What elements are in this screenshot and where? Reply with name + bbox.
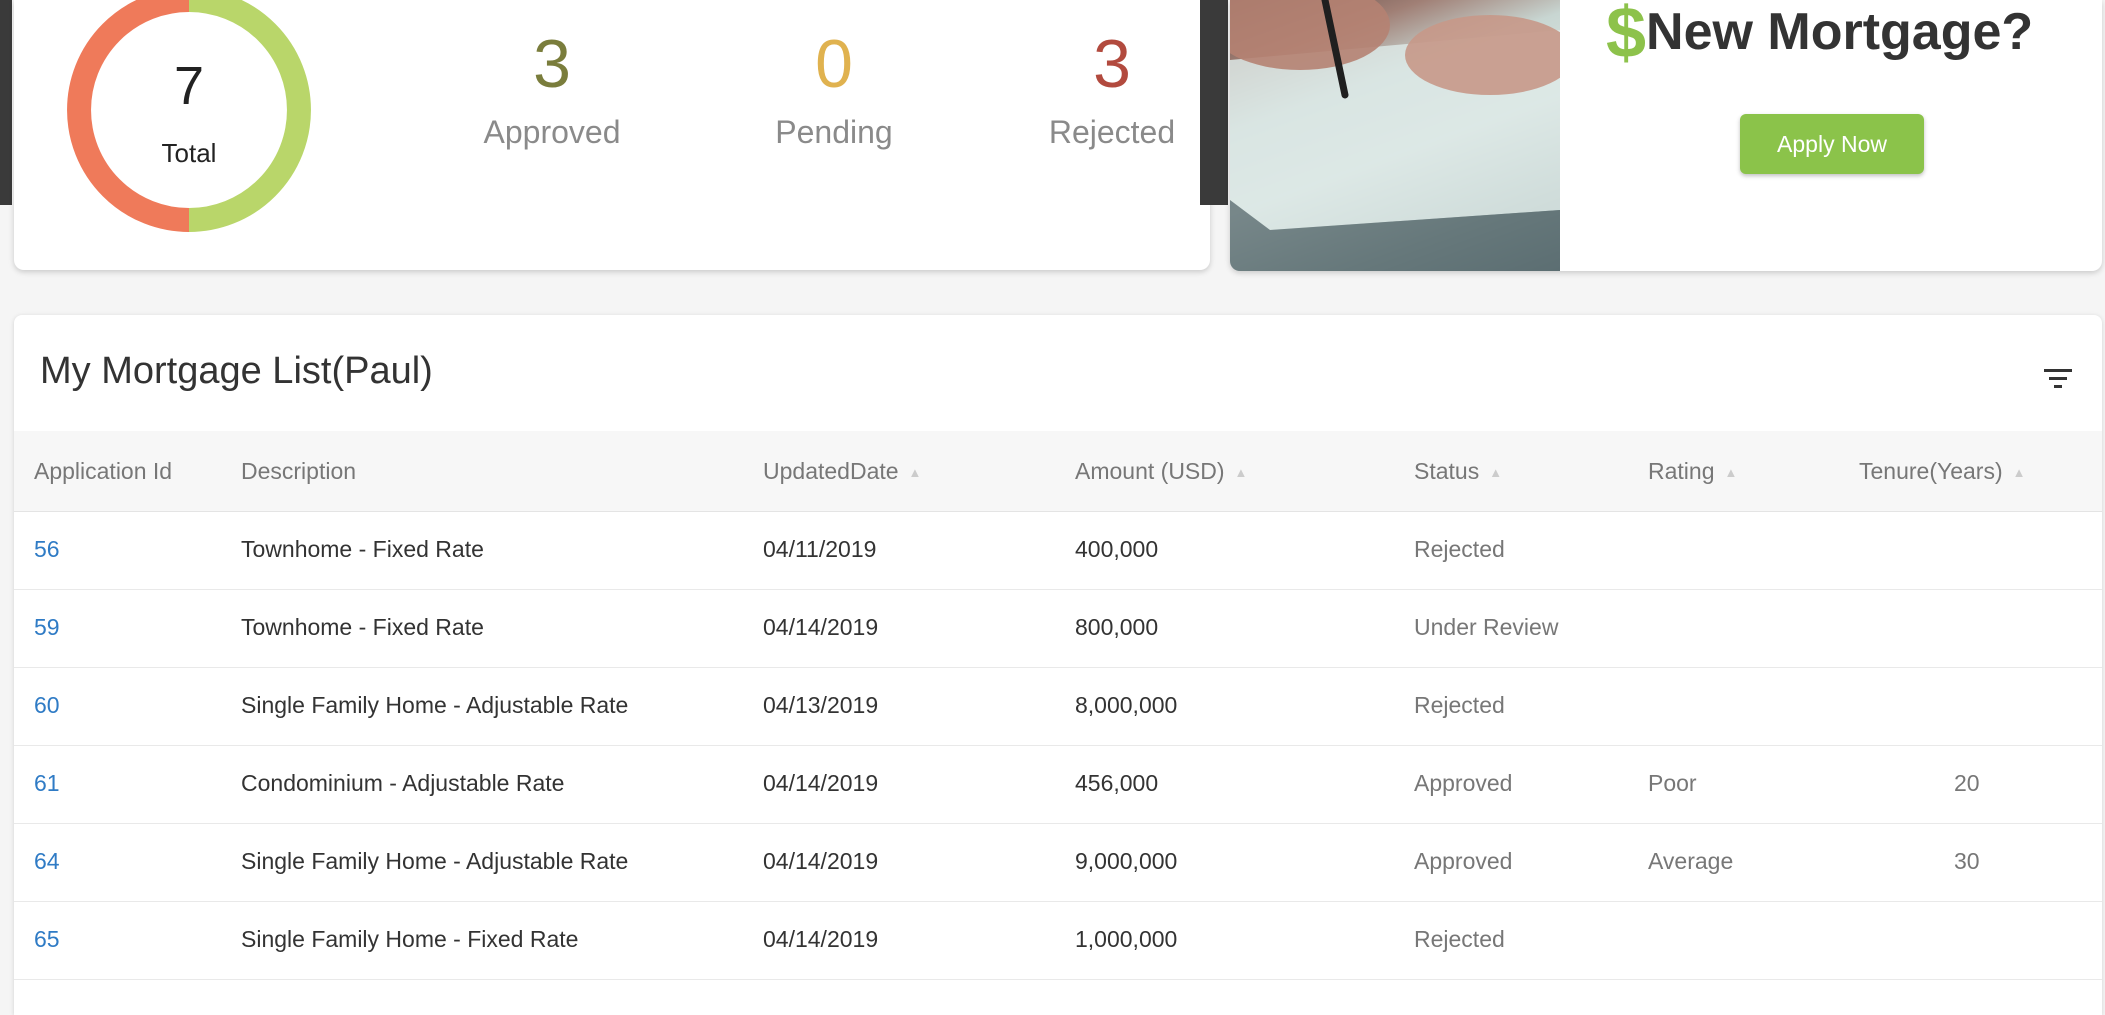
donut-svg: [67, 0, 311, 232]
total-label: Total: [161, 138, 217, 168]
application-id-link[interactable]: 60: [34, 692, 60, 719]
updated-date-cell: 04/11/2019: [763, 536, 877, 562]
rejected-count: 3: [1093, 26, 1131, 102]
table-row[interactable]: 65 Single Family Home - Fixed Rate 04/14…: [14, 902, 2102, 980]
sort-up-icon[interactable]: ▲: [1489, 465, 1502, 480]
updated-date-cell: 04/14/2019: [763, 614, 879, 640]
approved-label: Approved: [483, 114, 621, 150]
table-row[interactable]: 64 Single Family Home - Adjustable Rate …: [14, 824, 2102, 902]
table-row[interactable]: 59 Townhome - Fixed Rate 04/14/2019 800,…: [14, 590, 2102, 668]
promo-title-text: New Mortgage?: [1646, 3, 2034, 61]
tenure-cell: 30: [1954, 848, 1980, 874]
description-cell: Townhome - Fixed Rate: [241, 614, 484, 640]
left-edge-bar: [0, 0, 12, 205]
rejected-label: Rejected: [1048, 114, 1176, 150]
application-id-link[interactable]: 64: [34, 848, 60, 875]
amount-cell: 9,000,000: [1075, 848, 1178, 874]
updated-date-cell: 04/14/2019: [763, 770, 879, 796]
new-mortgage-title: $New Mortgage?: [1606, 0, 2033, 74]
status-cell: Rejected: [1414, 926, 1505, 952]
apply-now-button[interactable]: Apply Now: [1740, 114, 1924, 174]
column-header-label: Tenure(Years): [1859, 458, 2003, 484]
table-row[interactable]: 60 Single Family Home - Adjustable Rate …: [14, 668, 2102, 746]
status-cell: Rejected: [1414, 692, 1505, 718]
amount-cell: 456,000: [1075, 770, 1159, 796]
rating-cell: Poor: [1648, 770, 1697, 796]
new-mortgage-card: $New Mortgage? Apply Now: [1230, 0, 2102, 271]
column-header-label: Status: [1414, 458, 1480, 484]
list-title: My Mortgage List(Paul): [40, 350, 433, 392]
sort-up-icon[interactable]: ▲: [909, 465, 922, 480]
updated-date-cell: 04/13/2019: [763, 692, 879, 718]
tenure-cell: 20: [1954, 770, 1980, 796]
column-header-label: Amount (USD): [1075, 458, 1225, 484]
approved-count: 3: [533, 26, 571, 102]
description-cell: Single Family Home - Adjustable Rate: [241, 848, 629, 874]
status-cell: Approved: [1414, 848, 1513, 874]
column-header-label: Description: [241, 458, 357, 484]
table-row[interactable]: 56 Townhome - Fixed Rate 04/11/2019 400,…: [14, 512, 2102, 590]
rating-cell: Average: [1648, 848, 1734, 874]
sort-up-icon[interactable]: ▲: [1724, 465, 1737, 480]
description-cell: Townhome - Fixed Rate: [241, 536, 484, 562]
column-header-label: Rating: [1648, 458, 1715, 484]
pending-count: 0: [815, 26, 853, 102]
mortgage-list-card: My Mortgage List(Paul) Application Id De…: [14, 315, 2102, 1015]
application-id-link[interactable]: 61: [34, 770, 60, 797]
description-cell: Single Family Home - Fixed Rate: [241, 926, 579, 952]
table-row[interactable]: 61 Condominium - Adjustable Rate 04/14/2…: [14, 746, 2102, 824]
total-count: 7: [173, 56, 205, 116]
updated-date-cell: 04/14/2019: [763, 926, 879, 952]
column-header-amount[interactable]: Amount (USD) ▲: [1075, 458, 1247, 485]
signing-document-photo: [1230, 0, 1560, 271]
application-id-link[interactable]: 56: [34, 536, 60, 563]
divider-bar: [1200, 0, 1228, 205]
approved-stat: 3 Approved: [432, 28, 672, 151]
column-header-rating[interactable]: Rating ▲: [1648, 458, 1737, 485]
column-header-label: UpdatedDate: [763, 458, 899, 484]
photo-illustration: [1230, 0, 1560, 271]
status-cell: Rejected: [1414, 536, 1505, 562]
amount-cell: 8,000,000: [1075, 692, 1178, 718]
column-header-status[interactable]: Status ▲: [1414, 458, 1502, 485]
sort-up-icon[interactable]: ▲: [2013, 465, 2026, 480]
application-id-link[interactable]: 65: [34, 926, 60, 953]
pending-label: Pending: [775, 114, 893, 150]
table-header: Application Id Description UpdatedDate ▲ …: [14, 431, 2102, 512]
column-header-tenure[interactable]: Tenure(Years) ▲: [1859, 458, 2026, 485]
rejected-stat: 3 Rejected: [992, 28, 1232, 151]
updated-date-cell: 04/14/2019: [763, 848, 879, 874]
status-cell: Approved: [1414, 770, 1513, 796]
column-header-label: Application Id: [34, 458, 173, 484]
sort-up-icon[interactable]: ▲: [1235, 465, 1248, 480]
filter-icon[interactable]: [2044, 367, 2072, 389]
summary-card: 7 Total 3 Approved 0 Pending 3 Rejected: [14, 0, 1210, 270]
amount-cell: 1,000,000: [1075, 926, 1178, 952]
amount-cell: 400,000: [1075, 536, 1159, 562]
status-cell: Under Review: [1414, 614, 1559, 640]
column-header-updated-date[interactable]: UpdatedDate ▲: [763, 458, 921, 485]
dollar-icon: $: [1606, 0, 1647, 73]
application-id-link[interactable]: 59: [34, 614, 60, 641]
amount-cell: 800,000: [1075, 614, 1159, 640]
pending-stat: 0 Pending: [714, 28, 954, 151]
description-cell: Condominium - Adjustable Rate: [241, 770, 565, 796]
column-header-application-id[interactable]: Application Id: [34, 458, 172, 485]
description-cell: Single Family Home - Adjustable Rate: [241, 692, 629, 718]
column-header-description[interactable]: Description: [241, 458, 356, 485]
status-donut-chart: 7 Total: [54, 0, 324, 250]
